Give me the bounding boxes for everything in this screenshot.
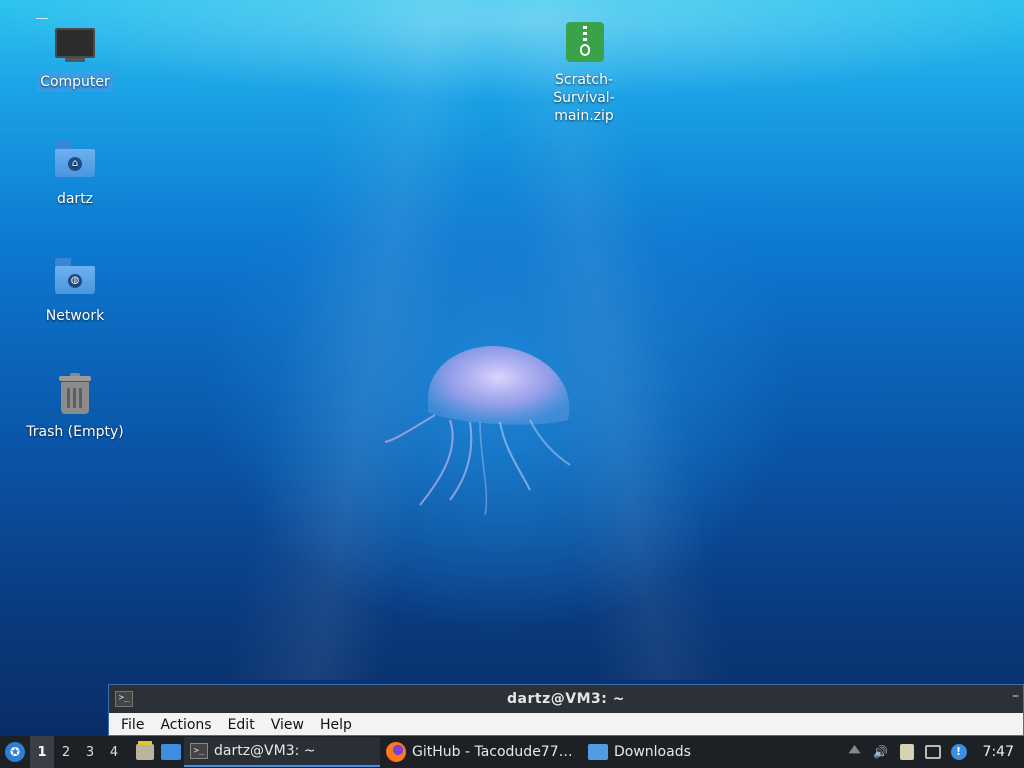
menu-edit[interactable]: Edit xyxy=(220,717,263,733)
folder-icon xyxy=(588,744,608,760)
terminal-icon: >_ xyxy=(190,743,208,759)
menu-view[interactable]: View xyxy=(263,717,312,733)
task-firefox[interactable]: GitHub - Tacodude77… xyxy=(380,737,582,767)
home-folder-icon: ⌂ xyxy=(51,137,99,185)
menu-help[interactable]: Help xyxy=(312,717,360,733)
task-downloads[interactable]: Downloads xyxy=(582,737,782,767)
firefox-icon xyxy=(386,742,406,762)
task-label: dartz@VM3: ~ xyxy=(214,743,316,759)
window-title: dartz@VM3: ~ xyxy=(507,691,625,707)
menu-file[interactable]: File xyxy=(113,717,152,733)
menu-bar: File Actions Edit View Help xyxy=(109,713,1023,735)
network-icon[interactable] xyxy=(924,744,941,760)
eject-icon[interactable] xyxy=(847,744,863,760)
workspace-4[interactable]: 4 xyxy=(102,736,126,768)
trash-icon xyxy=(51,370,99,418)
task-terminal[interactable]: >_ dartz@VM3: ~ xyxy=(184,737,380,767)
desktop-icon-zip-file[interactable]: Scratch-Survival- main.zip xyxy=(528,20,640,126)
zip-archive-icon xyxy=(560,20,608,68)
desktop-icon-computer[interactable]: Computer xyxy=(20,20,130,92)
desktop-corner-mark xyxy=(36,18,48,19)
network-folder-icon: ◍ xyxy=(51,254,99,302)
workspace-3[interactable]: 3 xyxy=(78,736,102,768)
volume-icon[interactable]: 🔊 xyxy=(873,744,889,760)
desktop-icon-label: Computer xyxy=(37,72,113,92)
desktop-icon-label: Network xyxy=(45,308,105,324)
terminal-window[interactable]: >_ dartz@VM3: ~ – File Actions Edit View… xyxy=(108,684,1024,736)
quicklaunch-file-manager[interactable] xyxy=(132,736,158,768)
workspace-1[interactable]: 1 xyxy=(30,736,54,768)
minimize-button[interactable]: – xyxy=(1012,688,1019,704)
desktop-icon-home[interactable]: ⌂ dartz xyxy=(20,137,130,209)
computer-icon xyxy=(51,20,99,68)
taskbar: ✪ 1 2 3 4 >_ dartz@VM3: ~ GitHub - Tacod… xyxy=(0,736,1024,768)
show-desktop-icon xyxy=(161,744,181,760)
clock[interactable]: 7:47 xyxy=(983,744,1014,760)
system-tray: 🔊 ! 7:47 xyxy=(847,744,1024,760)
menu-actions[interactable]: Actions xyxy=(152,717,219,733)
file-manager-icon xyxy=(136,741,154,760)
start-menu-button[interactable]: ✪ xyxy=(0,736,30,768)
workspace-2[interactable]: 2 xyxy=(54,736,78,768)
clipboard-icon[interactable] xyxy=(899,744,915,760)
desktop-icon-network[interactable]: ◍ Network xyxy=(20,254,130,326)
desktop-icon-label: Scratch-Survival- main.zip xyxy=(528,70,640,126)
task-label: Downloads xyxy=(614,744,691,760)
label-line-1: Scratch-Survival- xyxy=(553,72,615,106)
wallpaper-jellyfish xyxy=(384,345,571,516)
window-titlebar[interactable]: >_ dartz@VM3: ~ – xyxy=(109,685,1023,713)
desktop-icon-label: dartz xyxy=(56,191,94,207)
lubuntu-logo-icon: ✪ xyxy=(5,742,25,762)
desktop-icon-trash[interactable]: Trash (Empty) xyxy=(20,370,130,442)
quicklaunch-show-desktop[interactable] xyxy=(158,736,184,768)
task-label: GitHub - Tacodude77… xyxy=(412,744,573,760)
desktop-icon-label: Trash (Empty) xyxy=(26,424,124,440)
label-line-2: main.zip xyxy=(554,108,614,124)
notification-icon[interactable]: ! xyxy=(950,744,967,760)
